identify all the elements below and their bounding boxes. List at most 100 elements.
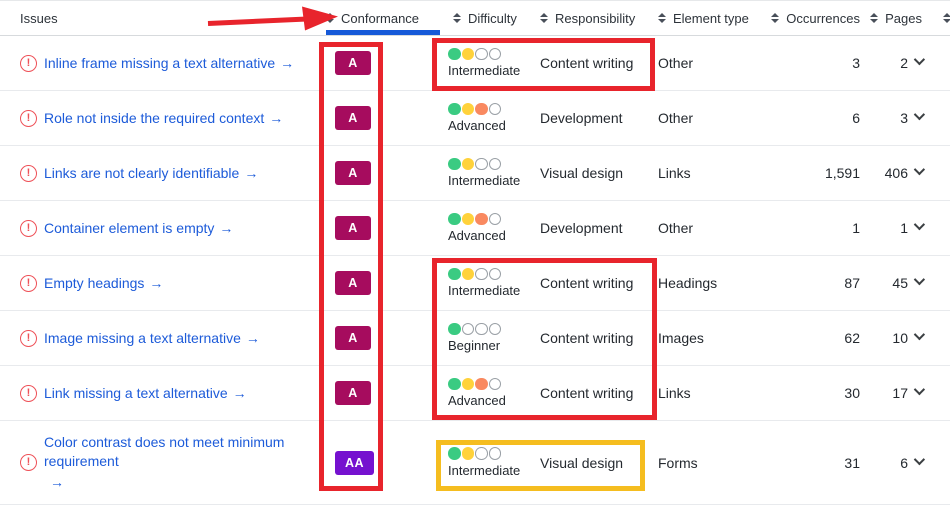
sort-arrows-icon[interactable] xyxy=(771,13,779,23)
difficulty-dot xyxy=(475,268,488,281)
difficulty-label: Beginner xyxy=(448,338,501,353)
right-arrow-icon: → xyxy=(246,330,260,346)
difficulty-dot xyxy=(489,213,502,226)
sort-arrows-icon[interactable] xyxy=(870,13,878,23)
pages-cell[interactable]: 10 xyxy=(862,311,925,365)
difficulty-dot xyxy=(489,158,502,171)
difficulty-dot xyxy=(462,447,475,460)
spacer-cell xyxy=(925,91,950,145)
column-header-difficulty[interactable]: Difficulty xyxy=(445,1,530,35)
issue-link[interactable]: Link missing a text alternative→ xyxy=(44,384,247,403)
spacer-cell xyxy=(925,256,950,310)
chevron-down-icon[interactable] xyxy=(914,329,925,340)
occurrences-cell: 62 xyxy=(760,311,862,365)
pages-cell[interactable]: 1 xyxy=(862,201,925,255)
table-row: ! Empty headings→ A Intermediate Content… xyxy=(0,256,950,311)
difficulty-dot xyxy=(475,323,488,336)
issue-cell: ! Link missing a text alternative→ xyxy=(0,366,320,420)
issue-link[interactable]: Color contrast does not meet minimum req… xyxy=(44,433,320,492)
conformance-cell: A xyxy=(320,146,445,200)
difficulty-dot xyxy=(462,213,475,226)
column-header-clipped xyxy=(925,1,950,35)
chevron-down-icon[interactable] xyxy=(914,453,925,464)
sort-arrows-icon[interactable] xyxy=(540,13,548,23)
sort-arrows-icon[interactable] xyxy=(658,13,666,23)
responsibility-cell: Visual design xyxy=(530,421,650,504)
issue-cell: ! Image missing a text alternative→ xyxy=(0,311,320,365)
responsibility-cell: Development xyxy=(530,91,650,145)
conformance-cell: A xyxy=(320,366,445,420)
table-row: ! Container element is empty→ A Advanced… xyxy=(0,201,950,256)
error-circle-icon: ! xyxy=(20,385,37,402)
issue-link[interactable]: Links are not clearly identifiable→ xyxy=(44,164,258,183)
chevron-down-icon[interactable] xyxy=(914,384,925,395)
element-type-cell: Links xyxy=(650,146,760,200)
chevron-down-icon[interactable] xyxy=(914,54,925,65)
difficulty-dot xyxy=(462,378,475,391)
accessibility-issues-table: Issues Conformance Difficulty Responsibi… xyxy=(0,0,950,508)
table-row: ! Role not inside the required context→ … xyxy=(0,91,950,146)
error-circle-icon: ! xyxy=(20,275,37,292)
difficulty-dot xyxy=(448,48,461,61)
sort-arrows-icon[interactable] xyxy=(326,13,334,23)
pages-cell[interactable]: 406 xyxy=(862,146,925,200)
issue-link[interactable]: Container element is empty→ xyxy=(44,219,233,238)
right-arrow-icon: → xyxy=(219,220,233,236)
pages-cell[interactable]: 6 xyxy=(862,421,925,504)
difficulty-label: Advanced xyxy=(448,393,506,408)
spacer-cell xyxy=(925,146,950,200)
issue-link[interactable]: Image missing a text alternative→ xyxy=(44,329,260,348)
sort-arrows-icon[interactable] xyxy=(453,13,461,23)
table-row: ! Link missing a text alternative→ A Adv… xyxy=(0,366,950,421)
difficulty-dot xyxy=(448,323,461,336)
column-header-occurrences[interactable]: Occurrences xyxy=(760,1,862,35)
chevron-down-icon[interactable] xyxy=(914,274,925,285)
conformance-badge: A xyxy=(335,161,371,185)
column-header-label: Responsibility xyxy=(555,11,635,26)
occurrences-cell: 1,591 xyxy=(760,146,862,200)
chevron-down-icon[interactable] xyxy=(914,164,925,175)
right-arrow-icon: → xyxy=(233,385,247,401)
column-header-element-type[interactable]: Element type xyxy=(650,1,760,35)
pages-cell[interactable]: 45 xyxy=(862,256,925,310)
difficulty-dots-icon xyxy=(448,323,501,336)
chevron-down-icon[interactable] xyxy=(914,109,925,120)
spacer-cell xyxy=(925,311,950,365)
column-header-pages[interactable]: Pages xyxy=(862,1,925,35)
responsibility-cell: Content writing xyxy=(530,256,650,310)
occurrences-cell: 1 xyxy=(760,201,862,255)
conformance-badge: A xyxy=(335,326,371,350)
spacer-cell xyxy=(925,36,950,90)
difficulty-dots-icon xyxy=(448,268,520,281)
table-row: ! Image missing a text alternative→ A Be… xyxy=(0,311,950,366)
chevron-down-icon[interactable] xyxy=(914,219,925,230)
spacer-cell xyxy=(925,421,950,504)
issue-cell: ! Empty headings→ xyxy=(0,256,320,310)
element-type-cell: Other xyxy=(650,91,760,145)
issue-link[interactable]: Role not inside the required context→ xyxy=(44,109,283,128)
element-type-cell: Other xyxy=(650,36,760,90)
difficulty-dots-icon xyxy=(448,447,520,460)
difficulty-dot xyxy=(489,378,502,391)
pages-cell[interactable]: 2 xyxy=(862,36,925,90)
element-type-cell: Headings xyxy=(650,256,760,310)
difficulty-dot xyxy=(448,213,461,226)
responsibility-cell: Content writing xyxy=(530,311,650,365)
difficulty-cell: Intermediate xyxy=(445,36,530,90)
error-circle-icon: ! xyxy=(20,165,37,182)
difficulty-dot xyxy=(489,48,502,61)
pages-cell[interactable]: 17 xyxy=(862,366,925,420)
difficulty-dots-icon xyxy=(448,378,506,391)
right-arrow-icon: → xyxy=(244,165,258,181)
difficulty-dot xyxy=(448,268,461,281)
error-circle-icon: ! xyxy=(20,454,37,471)
conformance-badge: A xyxy=(335,51,371,75)
issue-link[interactable]: Inline frame missing a text alternative→ xyxy=(44,54,294,73)
issue-link[interactable]: Empty headings→ xyxy=(44,274,163,293)
spacer-cell xyxy=(925,201,950,255)
column-header-responsibility[interactable]: Responsibility xyxy=(530,1,650,35)
occurrences-cell: 31 xyxy=(760,421,862,504)
conformance-badge: AA xyxy=(335,451,374,475)
column-header-conformance[interactable]: Conformance xyxy=(320,1,445,35)
pages-cell[interactable]: 3 xyxy=(862,91,925,145)
